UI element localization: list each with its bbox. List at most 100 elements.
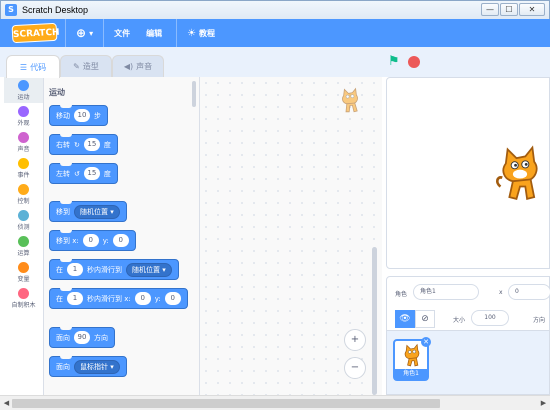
x-input[interactable]: 0 [134,292,151,305]
towards-target-dropdown[interactable]: 鼠标指针 ▾ [74,359,120,374]
code-icon: ☰ [19,62,28,72]
block-point-towards[interactable]: 面向 鼠标指针 ▾ [49,356,127,377]
y-input[interactable]: 0 [112,234,129,247]
category-color-icon [18,287,29,299]
minimize-button[interactable]: — [481,3,499,16]
window-title: Scratch Desktop [22,5,89,15]
category-item[interactable]: 外观 [4,103,43,129]
hide-sprite-icon[interactable]: ⊘ [415,310,435,328]
maximize-button[interactable]: ☐ [500,3,518,16]
block-text: y: [102,236,109,245]
category-color-icon [18,79,29,91]
rotate-right-icon: ↻ [74,140,80,149]
block-text: 面向 [56,362,70,371]
scrollbar-thumb[interactable] [12,399,440,408]
block-turn-right[interactable]: 右转 ↻ 15 度 [49,134,118,155]
speaker-icon: ◀) [123,62,134,71]
block-glide-xy[interactable]: 在 1 秒内滑行到 x: 0 y: 0 [49,288,188,309]
block-point-direction[interactable]: 面向 90 方向 [49,327,115,348]
sprite-label: 角色 [395,291,408,298]
block-goto[interactable]: 移到 随机位置 ▾ [49,201,127,222]
cat-sprite[interactable] [489,144,550,206]
block-glide-to[interactable]: 在 1 秒内滑行到 随机位置 ▾ [49,259,179,280]
degrees-input[interactable]: 15 [83,167,100,180]
category-color-icon [18,261,29,273]
category-color-icon [18,183,29,195]
scroll-left-icon[interactable]: ◀ [1,398,12,409]
category-item[interactable]: 声音 [4,129,43,155]
scratch-logo[interactable]: SCRATCH [11,22,60,44]
size-input[interactable]: 100 [471,310,509,326]
category-label: 控制 [17,197,30,205]
category-menu: 运动外观声音事件控制侦测运算 变量 自制积木 [4,77,44,395]
category-label: 声音 [17,145,30,153]
category-item[interactable]: 自制积木 [4,285,43,311]
steps-input[interactable]: 10 [74,109,90,122]
category-item[interactable]: 事件 [4,155,43,181]
zoom-in-button[interactable]: + [344,329,366,351]
tab-code[interactable]: ☰ 代码 [6,55,60,78]
menu-bar: SCRATCH ⊕ ▾ 文件 编辑 ☀ 教程 [0,19,550,47]
seconds-input[interactable]: 1 [67,263,83,276]
tab-sounds[interactable]: ◀) 声音 [112,55,164,77]
block-goto-xy[interactable]: 移到 x: 0 y: 0 [49,230,136,251]
scroll-right-icon[interactable]: ▶ [538,398,549,409]
tab-costumes[interactable]: ✎ 造型 [60,55,112,77]
block-text: 秒内滑行到 [87,265,122,274]
category-item[interactable]: 侦测 [4,207,43,233]
file-menu[interactable]: 文件 [112,28,132,39]
show-sprite-icon[interactable]: 👁 [395,310,415,328]
category-label: 事件 [17,171,30,179]
script-area-scrollbar[interactable] [372,247,377,395]
x-position-input[interactable]: 0 [508,284,550,300]
menu-divider [65,19,66,47]
stage[interactable] [386,77,550,269]
window-horizontal-scrollbar[interactable]: ◀ ▶ [0,395,550,410]
rotate-left-icon: ↺ [74,169,80,178]
script-area[interactable]: + − [200,77,382,395]
stop-icon[interactable] [407,55,420,68]
glide-target-dropdown[interactable]: 随机位置 ▾ [126,262,172,277]
category-item[interactable]: 运算 [4,233,43,259]
zoom-out-button[interactable]: − [344,357,366,379]
x-input[interactable]: 0 [82,234,99,247]
block-text: 秒内滑行到 x: [87,294,131,303]
direction-label: 方向 [533,317,546,324]
y-input[interactable]: 0 [164,292,181,305]
size-label: 大小 [453,317,466,324]
green-flag-icon[interactable]: ⚑ [388,55,400,68]
category-item[interactable]: 变量 [4,259,43,285]
degrees-input[interactable]: 15 [83,138,100,151]
language-menu[interactable]: ⊕ ▾ [74,26,95,40]
edit-menu[interactable]: 编辑 [144,28,164,39]
category-color-icon [18,131,29,143]
close-button[interactable]: ✕ [519,3,545,16]
category-color-icon [18,235,29,247]
block-move-steps[interactable]: 移动 10 步 [49,105,108,126]
lightbulb-icon: ☀ [187,27,197,39]
goto-target-dropdown[interactable]: 随机位置 ▾ [74,204,120,219]
tutorials-menu[interactable]: ☀ 教程 [185,28,217,39]
palette-scrollbar[interactable] [192,81,196,107]
block-text: 面向 [56,333,70,342]
delete-sprite-icon[interactable]: ✕ [421,337,431,347]
sprite-name-input[interactable]: 角色1 [413,284,479,300]
editor-tabs: ☰ 代码 ✎ 造型 ◀) 声音 [0,47,200,78]
block-text: 左转 [56,169,70,178]
chevron-down-icon: ▾ [89,28,94,38]
cat-sprite-thumbnail [404,343,420,367]
window-title-bar: S Scratch Desktop — ☐ ✕ [0,0,550,19]
current-sprite-cat-icon [342,87,358,113]
category-label: 运动 [17,93,30,101]
category-item[interactable]: 控制 [4,181,43,207]
direction-input[interactable]: 90 [74,331,90,344]
palette-heading: 运动 [49,88,65,97]
block-turn-left[interactable]: 左转 ↺ 15 度 [49,163,118,184]
stage-header [200,47,550,77]
category-label: 侦测 [17,223,30,231]
sprite-tile[interactable]: 角色1 ✕ [393,337,431,381]
category-color-icon [18,209,29,221]
seconds-input[interactable]: 1 [67,292,83,305]
menu-divider [176,19,178,47]
category-item[interactable]: 运动 [4,77,43,103]
